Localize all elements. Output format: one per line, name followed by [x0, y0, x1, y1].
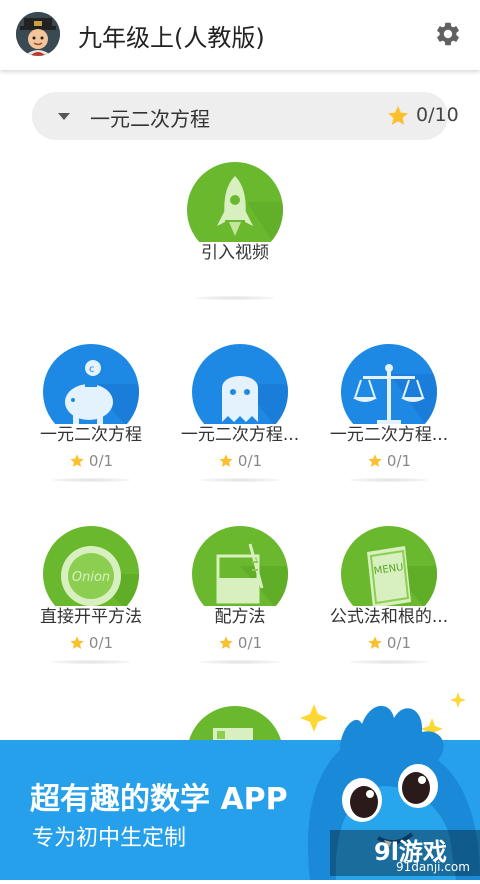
node-shadow [200, 660, 280, 664]
lesson-node-1[interactable]: c 一元二次方程 0/1 [16, 344, 166, 494]
lesson-name: 配方法 [165, 606, 315, 628]
caret-down-icon [58, 113, 70, 120]
star-icon [70, 636, 84, 649]
sparkle-icon [450, 692, 466, 708]
sparkle-icon [300, 704, 328, 732]
intro-video-node[interactable]: 引入视频 [160, 162, 310, 312]
app-header: 九年级上(人教版) [0, 0, 480, 70]
star-icon [219, 636, 233, 649]
intro-name: 引入视频 [160, 242, 310, 264]
lesson-progress: 0/1 [16, 634, 166, 652]
lesson-progress: 0/1 [16, 452, 166, 470]
lesson-node-5[interactable]: 配方法 0/1 [165, 526, 315, 676]
lesson-name: 直接开平方法 [16, 606, 166, 628]
star-icon [368, 636, 382, 649]
lesson-name: 公式法和根的... [314, 606, 464, 628]
lesson-name: 一元二次方程 [16, 424, 166, 446]
node-shadow [349, 660, 429, 664]
star-icon [70, 454, 84, 467]
page-title: 九年级上(人教版) [78, 24, 265, 52]
lesson-name: 一元二次方程... [165, 424, 315, 446]
lesson-progress: 0/1 [165, 634, 315, 652]
banner-subline: 专为初中生定制 [32, 826, 187, 851]
svg-text:c: c [89, 364, 95, 375]
watermark: 9l游戏 91danji.com [330, 830, 480, 876]
lesson-progress: 0/1 [165, 452, 315, 470]
gear-icon[interactable] [434, 20, 462, 48]
chapter-selector[interactable]: 一元二次方程 0/10 [32, 92, 459, 140]
lesson-node-2[interactable]: 一元二次方程... 0/1 [165, 344, 315, 494]
node-shadow [51, 478, 131, 482]
lesson-progress: 0/1 [314, 634, 464, 652]
lesson-node-6[interactable]: MENU 公式法和根的... 0/1 [314, 526, 464, 676]
progress-text: 0/1 [386, 634, 412, 652]
star-icon [219, 454, 233, 467]
lesson-progress: 0/1 [314, 452, 464, 470]
progress-text: 0/1 [386, 452, 412, 470]
watermark-url: 91danji.com [396, 860, 470, 874]
lesson-node-4[interactable]: Onion 直接开平方法 0/1 [16, 526, 166, 676]
user-avatar[interactable] [16, 12, 60, 56]
progress-text: 0/1 [88, 452, 114, 470]
star-icon [386, 104, 410, 128]
node-shadow [51, 660, 131, 664]
lesson-node-3[interactable]: 一元二次方程... 0/1 [314, 344, 464, 494]
progress-text: 0/1 [88, 634, 114, 652]
lesson-name: 一元二次方程... [314, 424, 464, 446]
chapter-score: 0/10 [416, 104, 459, 126]
node-shadow [195, 296, 275, 300]
progress-text: 0/1 [237, 452, 263, 470]
chapter-label: 一元二次方程 [90, 107, 210, 131]
banner-headline: 超有趣的数学 APP [30, 782, 288, 817]
svg-text:Onion: Onion [72, 570, 110, 585]
progress-text: 0/1 [237, 634, 263, 652]
star-icon [368, 454, 382, 467]
node-shadow [349, 478, 429, 482]
node-shadow [200, 478, 280, 482]
